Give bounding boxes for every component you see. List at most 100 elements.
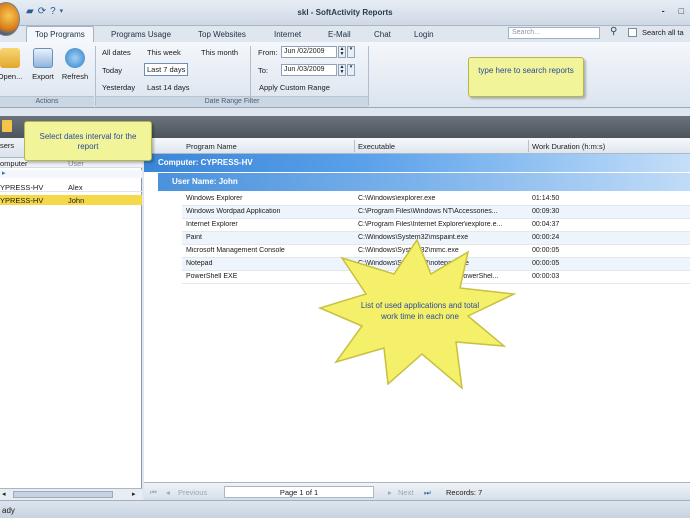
export-label: Export [32,72,54,81]
this-week-option[interactable]: This week [147,48,181,57]
yesterday-option[interactable]: Yesterday [102,83,135,92]
callout-text: List of used applications and total work… [360,301,480,321]
dates-tooltip: Select dates interval for the report [24,121,152,161]
program-cell: Internet Explorer [186,221,238,228]
executable-cell: C:\Program Files\Internet Explorer\iexpl… [358,221,503,228]
divider [354,140,355,152]
user-group-row[interactable]: User Name: John [158,173,690,191]
duration-cell: 00:04:37 [532,221,560,228]
tab-top-programs[interactable]: Top Programs [26,26,94,43]
program-cell: Windows Wordpad Application [186,208,281,215]
export-button[interactable]: Export [27,48,59,81]
tab-login[interactable]: Login [414,30,434,39]
computer-cell: YPRESS-HV [0,183,44,192]
user-cell: John [68,196,85,205]
records-count: Records: 7 [446,488,483,497]
computer-group-label: Computer: CYPRESS-HV [158,158,253,167]
executable-cell: C:\Windows\explorer.exe [358,195,436,202]
first-page-icon[interactable]: ⏮ [150,488,157,498]
tab-top-websites[interactable]: Top Websites [198,30,246,39]
maximize-button[interactable]: □ [679,6,684,16]
filter-icon: ▸ [2,170,6,177]
from-date-dropdown[interactable]: ▾ [347,46,355,58]
title-bar: ▰ ⟳ ? ▾ skl - SoftActivity Reports - □ [0,0,690,36]
last-page-icon[interactable]: ⏭ [424,488,431,498]
folder-icon [2,120,12,132]
ribbon: Open... Export Refresh Actions All dates… [0,42,690,108]
previous-button[interactable]: Previous [178,488,207,497]
status-text: ady [2,506,15,515]
column-header-program[interactable]: Program Name [186,142,237,151]
table-row[interactable]: Windows Explorer C:\Windows\explorer.exe… [182,193,690,206]
column-header-executable[interactable]: Executable [358,142,395,151]
apply-custom-range-button[interactable]: Apply Custom Range [259,83,330,92]
executable-cell: C:\Program Files\Windows NT\Accessories.… [358,208,498,215]
today-option[interactable]: Today [102,66,122,75]
duration-cell: 00:00:24 [532,234,560,241]
last-14-days-option[interactable]: Last 14 days [147,83,190,92]
from-date-field[interactable]: Jun /02/2009 [281,46,337,58]
to-date-spinner[interactable]: ▲ ▼ [338,64,346,76]
search-all-checkbox[interactable] [628,28,637,37]
column-header-computer[interactable]: omputer [0,159,28,168]
window-title: skl - SoftActivity Reports [297,8,393,17]
from-date-spinner[interactable]: ▲ ▼ [338,46,346,58]
scroll-left-icon[interactable]: ◂ [2,490,6,498]
search-input[interactable]: Search... [508,27,600,39]
scroll-thumb[interactable] [13,491,113,498]
search-tooltip: type here to search reports [468,57,584,97]
search-all-label: Search all ta [642,28,684,37]
status-bar: ady [0,500,690,518]
duration-cell: 00:00:05 [532,247,560,254]
user-cell: Alex [68,183,83,192]
filter-row[interactable]: ▸ [0,170,142,178]
next-button[interactable]: Next [398,488,413,497]
user-group-label: User Name: John [172,177,238,186]
users-panel: sers omputer User ▸ YPRESS-HV Alex YPRES… [0,138,142,500]
to-date-dropdown[interactable]: ▾ [347,64,355,76]
folder-open-icon [0,48,20,68]
divider [368,46,369,106]
divider [528,140,529,152]
pager-bar: ⏮ ◂ Previous Page 1 of 1 ▸ Next ⏭ Record… [144,482,690,500]
duration-cell: 00:09:30 [532,208,560,215]
table-row-selected[interactable]: YPRESS-HV John [0,195,142,205]
to-date-field[interactable]: Jun /03/2009 [281,64,337,76]
this-month-option[interactable]: This month [201,48,238,57]
horizontal-scrollbar[interactable]: ◂ ▸ [0,488,142,500]
refresh-label: Refresh [61,72,89,81]
duration-cell: 00:00:05 [532,260,560,267]
actions-group-label: Actions [0,96,94,107]
tab-internet[interactable]: Internet [274,30,301,39]
divider [250,46,251,96]
users-panel-title: sers [0,141,15,150]
open-label: Open... [0,72,23,81]
minimize-button[interactable]: - [662,6,665,16]
date-range-group-label: Date Range Filter [96,96,368,107]
column-header-duration[interactable]: Work Duration (h:m:s) [532,142,605,151]
to-label: To: [258,66,269,75]
scroll-right-icon[interactable]: ▸ [132,490,136,498]
table-row[interactable]: YPRESS-HV Alex [0,182,142,192]
computer-group-row[interactable]: Computer: CYPRESS-HV [144,154,690,172]
tab-email[interactable]: E-Mail [328,30,351,39]
grid-header: Program Name Executable Work Duration (h… [144,138,690,154]
computer-cell: YPRESS-HV [0,196,44,205]
all-dates-option[interactable]: All dates [102,48,131,57]
from-label: From: [258,48,278,57]
open-button[interactable]: Open... [0,48,26,81]
previous-page-icon[interactable]: ◂ [166,488,170,497]
page-indicator[interactable]: Page 1 of 1 [224,486,374,498]
table-row[interactable]: Windows Wordpad Application C:\Program F… [182,206,690,219]
duration-cell: 01:14:50 [532,195,560,202]
binoculars-icon[interactable]: ⚲ [610,26,617,37]
tab-chat[interactable]: Chat [374,30,391,39]
tab-programs-usage[interactable]: Programs Usage [111,30,171,39]
table-row[interactable]: Internet Explorer C:\Program Files\Inter… [182,219,690,232]
refresh-icon [65,48,85,68]
refresh-button[interactable]: Refresh [59,48,91,81]
window-controls: - □ [662,6,684,16]
program-cell: Windows Explorer [186,195,243,202]
next-page-icon[interactable]: ▸ [388,488,392,497]
last-7-days-option[interactable]: Last 7 days [144,63,189,76]
